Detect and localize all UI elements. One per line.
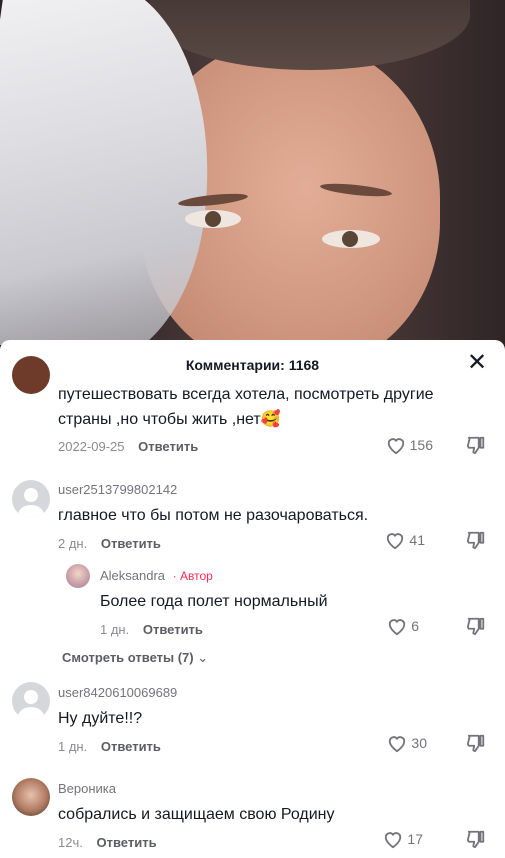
video-frame[interactable] xyxy=(0,0,505,345)
chevron-down-icon: ⌄ xyxy=(197,650,209,665)
heart-icon xyxy=(385,832,402,849)
dislike-icon[interactable] xyxy=(465,616,487,641)
comment-date: 2022-09-25 xyxy=(58,439,125,454)
close-icon[interactable]: ✕ xyxy=(465,351,489,376)
comment-username[interactable]: user8420610069689 xyxy=(58,685,177,700)
like-button[interactable]: 30 xyxy=(386,733,427,753)
like-button[interactable]: 6 xyxy=(386,616,419,636)
comment-text: главное что бы потом не разочароваться. xyxy=(58,507,369,524)
view-replies-button[interactable]: Смотреть ответы (7) ⌄ xyxy=(62,650,208,666)
reply-button[interactable]: Ответить xyxy=(143,622,203,637)
reply-button[interactable]: Ответить xyxy=(96,835,156,850)
avatar[interactable] xyxy=(12,778,50,816)
comment-date: 12ч. xyxy=(58,835,83,850)
hair-image xyxy=(150,0,470,70)
heart-icon xyxy=(389,619,406,636)
like-button[interactable]: 156 xyxy=(385,435,433,455)
heart-icon xyxy=(387,533,404,550)
comments-sheet: Комментарии: 1168 ✕ путешествовать всегд… xyxy=(0,340,505,858)
comment-date: 1 дн. xyxy=(58,739,88,754)
view-replies-label: Смотреть ответы (7) xyxy=(62,650,194,665)
comment-meta: 2022-09-25 Ответить xyxy=(58,439,198,454)
like-button[interactable]: 17 xyxy=(382,829,423,849)
reply-button[interactable]: Ответить xyxy=(101,536,161,551)
heart-icon xyxy=(389,736,406,753)
reply-button[interactable]: Ответить xyxy=(138,439,198,454)
dislike-icon[interactable] xyxy=(465,829,487,854)
avatar[interactable] xyxy=(12,480,50,518)
reply-text: Более года полет нормальный xyxy=(100,593,328,610)
eye-left xyxy=(185,210,241,228)
comment-text: собрались и защищаем свою Родину xyxy=(58,806,335,823)
like-count: 17 xyxy=(407,831,423,847)
author-name[interactable]: Aleksandra xyxy=(100,568,165,583)
reply-username: Aleksandra · Автор xyxy=(100,568,213,583)
reply-button[interactable]: Ответить xyxy=(101,739,161,754)
like-count: 41 xyxy=(409,532,425,548)
comment-text-line: страны ,но чтобы жить ,нет🥰 xyxy=(58,411,281,428)
comment-date: 2 дн. xyxy=(58,536,88,551)
like-count: 30 xyxy=(411,735,427,751)
avatar[interactable] xyxy=(12,356,50,394)
like-count: 156 xyxy=(409,437,433,453)
avatar[interactable] xyxy=(12,682,50,720)
author-badge: · Автор xyxy=(172,569,213,583)
dislike-icon[interactable] xyxy=(465,435,487,460)
comment-username[interactable]: user2513799802142 xyxy=(58,482,177,497)
comment-meta: 1 дн. Ответить xyxy=(58,739,161,754)
comment-meta: 12ч. Ответить xyxy=(58,835,157,850)
heart-icon xyxy=(387,438,404,455)
dislike-icon[interactable] xyxy=(465,733,487,758)
comment-text: Ну дуйте!!? xyxy=(58,710,143,727)
like-button[interactable]: 41 xyxy=(384,530,425,550)
comment-meta: 2 дн. Ответить xyxy=(58,536,161,551)
author-avatar[interactable] xyxy=(66,564,90,588)
reply-meta: 1 дн. Ответить xyxy=(100,622,203,637)
dislike-icon[interactable] xyxy=(465,530,487,555)
comment-text-line: путешествовать всегда хотела, посмотреть… xyxy=(58,386,434,403)
eye-right xyxy=(322,230,380,248)
comment-username[interactable]: Вероника xyxy=(58,781,116,796)
reply-date: 1 дн. xyxy=(100,622,130,637)
like-count: 6 xyxy=(411,618,419,634)
